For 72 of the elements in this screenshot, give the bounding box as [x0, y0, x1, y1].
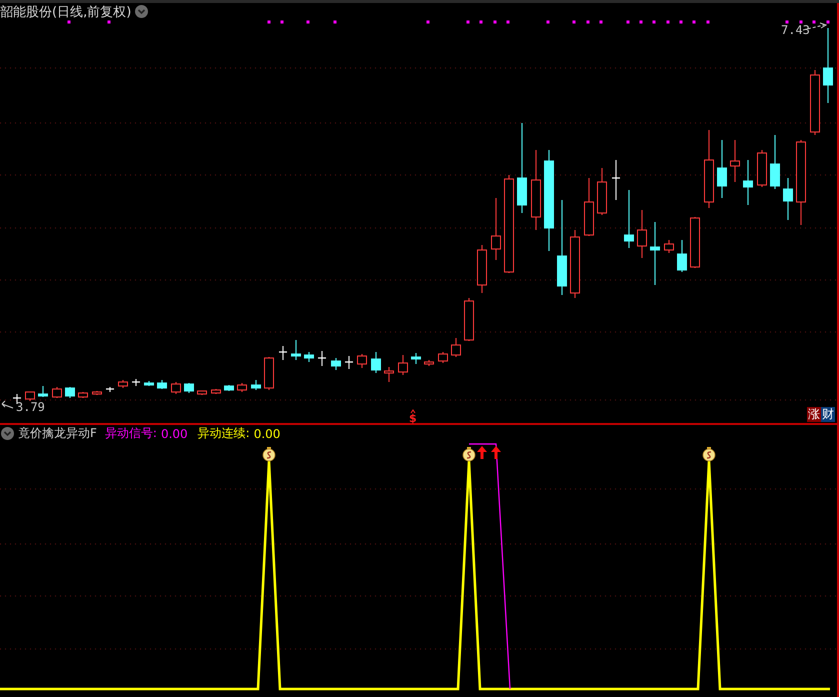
candlestick: [624, 190, 634, 248]
caret-icon: [410, 409, 416, 414]
candlestick: [783, 178, 793, 220]
money-bag-icon: [262, 447, 276, 462]
candlestick: [304, 352, 314, 362]
candlestick: [612, 160, 620, 200]
candlestick: [184, 382, 194, 394]
badge-label[interactable]: 财: [821, 407, 835, 422]
candlestick: [743, 160, 753, 206]
candlestick: [438, 352, 448, 364]
candlestick: [132, 378, 140, 386]
candlestick: [197, 390, 207, 396]
candlestick: [597, 168, 607, 216]
candlestick: [106, 386, 114, 392]
candlestick: [690, 216, 700, 268]
series-value: 0.00: [160, 426, 188, 440]
candlestick: [251, 380, 261, 390]
candlestick: [451, 338, 461, 358]
indicator-name: 竟价擒龙异动F: [18, 425, 97, 442]
signal-mark: $: [409, 413, 417, 425]
stock-title: 韶能股份(日线,前复权): [0, 4, 132, 20]
candlestick: [757, 150, 767, 188]
candlestick: [78, 392, 88, 398]
candlestick: [770, 134, 780, 190]
series-value: 0.00: [254, 426, 280, 440]
series-label: 异动连续:: [198, 425, 250, 442]
candlestick: [25, 392, 35, 402]
up-arrow-icon: [491, 446, 501, 459]
dropdown-icon[interactable]: [1, 427, 14, 440]
candlestick: [464, 298, 474, 342]
candlestick: [157, 380, 167, 390]
low-price-label: 3.79: [16, 400, 45, 414]
candlestick: [144, 380, 154, 386]
candlestick: [171, 382, 181, 394]
candlestick: [810, 70, 820, 136]
candlestick: [237, 382, 247, 392]
candlestick: [331, 358, 341, 370]
candlestick: [65, 386, 75, 398]
money-bag-icon: [702, 447, 716, 462]
high-price-label: 7.43: [781, 23, 810, 37]
candlestick: [650, 222, 660, 286]
candlestick: [345, 356, 353, 370]
candlestick: [584, 178, 594, 236]
candlestick: [92, 390, 102, 396]
badge-label[interactable]: 涨: [807, 407, 821, 422]
candlestick: [677, 240, 687, 272]
candlestick: [291, 340, 301, 360]
candlestick: [570, 230, 580, 298]
up-arrow-icon: [477, 446, 487, 459]
money-bag-icon: [462, 447, 476, 462]
candlestick: [224, 384, 234, 392]
candlestick: [491, 198, 501, 260]
candlestick: [118, 380, 128, 388]
candlestick: [371, 352, 381, 374]
dropdown-icon[interactable]: [135, 5, 148, 18]
leader-line: [2, 400, 14, 408]
candlestick: [38, 386, 48, 398]
candlestick: [477, 244, 487, 294]
candlestick: [264, 356, 274, 390]
candlestick: [411, 352, 421, 364]
candlestick: [318, 350, 326, 366]
candlestick: [357, 354, 367, 368]
candlestick: [730, 140, 740, 182]
candlestick: [717, 140, 727, 198]
candlestick: [664, 240, 674, 254]
candlestick: [398, 354, 408, 376]
candlestick: [211, 388, 221, 394]
series-label: 异动信号:: [104, 425, 157, 442]
candlestick: [279, 346, 287, 360]
candlestick: [637, 210, 647, 258]
candlestick: [384, 366, 394, 382]
candlestick: [52, 386, 62, 398]
